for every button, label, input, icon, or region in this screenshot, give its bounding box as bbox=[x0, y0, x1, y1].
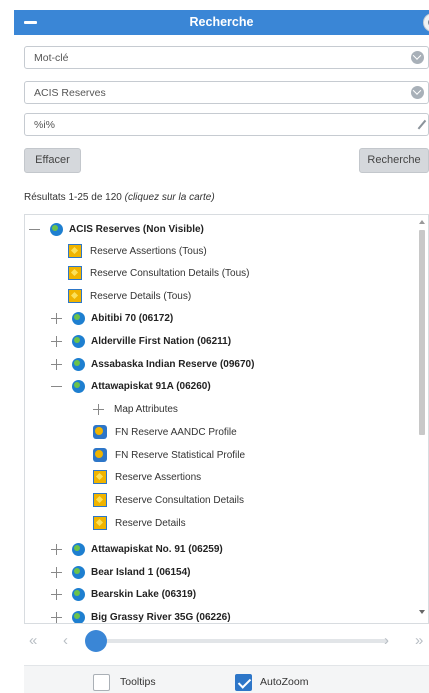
tree-subitem[interactable]: Map Attributes bbox=[93, 399, 178, 419]
reserve-item[interactable]: Assabaska Indian Reserve (09670) bbox=[51, 354, 254, 374]
tree-item-label: Reserve Consultation Details (Tous) bbox=[90, 267, 250, 279]
expand-toggle-icon[interactable] bbox=[51, 543, 62, 555]
tree-subitem[interactable]: Reserve Assertions bbox=[93, 467, 201, 487]
reserve-label: Abitibi 70 (06172) bbox=[91, 312, 174, 324]
reserve-label: Big Grassy River 35G (06226) bbox=[91, 611, 231, 623]
reserve-item[interactable]: Big Grassy River 35G (06226) bbox=[51, 607, 231, 623]
expand-toggle-icon[interactable] bbox=[51, 335, 62, 347]
reserve-label: Attawapiskat No. 91 (06259) bbox=[91, 543, 223, 555]
expand-toggle-icon[interactable] bbox=[51, 566, 62, 578]
expand-toggle-icon[interactable] bbox=[51, 588, 62, 600]
tree-subitem-label: Reserve Assertions bbox=[115, 471, 202, 483]
tree-subitem-label: FN Reserve AANDC Profile bbox=[115, 426, 237, 438]
panel-title: Recherche bbox=[189, 15, 254, 29]
globe-icon bbox=[72, 334, 85, 348]
reserve-item[interactable]: Bear Island 1 (06154) bbox=[51, 562, 191, 582]
tree-subitem[interactable]: FN Reserve AANDC Profile bbox=[93, 422, 237, 442]
scroll-up-icon[interactable] bbox=[419, 220, 425, 224]
results-summary: Résultats 1-25 de 120 (cliquez sur la ca… bbox=[24, 192, 215, 203]
search-type-value: Mot-clé bbox=[34, 52, 69, 64]
clear-button[interactable]: Effacer bbox=[24, 148, 81, 173]
search-panel-header: Recherche bbox=[14, 10, 429, 35]
results-tree: ACIS Reserves (Non Visible) Reserve Asse… bbox=[24, 214, 429, 624]
layer-icon bbox=[93, 470, 107, 484]
reserve-item[interactable]: Alderville First Nation (06211) bbox=[51, 331, 231, 351]
close-icon[interactable] bbox=[423, 13, 429, 32]
globe-icon bbox=[72, 565, 85, 579]
page-slider-track[interactable] bbox=[104, 639, 388, 643]
tree-subitem[interactable]: FN Reserve Statistical Profile bbox=[93, 445, 245, 465]
first-page-button[interactable]: « bbox=[29, 632, 37, 649]
tree-item[interactable]: Reserve Assertions (Tous) bbox=[68, 241, 207, 261]
prev-page-button[interactable]: ‹ bbox=[63, 632, 68, 649]
tree-subitem-label: FN Reserve Statistical Profile bbox=[115, 449, 246, 461]
tree-item-label: Reserve Assertions (Tous) bbox=[90, 245, 207, 257]
globe-icon bbox=[50, 222, 63, 236]
page-slider-thumb[interactable] bbox=[85, 630, 107, 652]
edit-icon bbox=[417, 119, 426, 130]
search-query-input[interactable]: %i% bbox=[24, 113, 429, 136]
tree-item[interactable]: Reserve Consultation Details (Tous) bbox=[68, 263, 250, 283]
tree-root[interactable]: ACIS Reserves (Non Visible) bbox=[29, 219, 204, 239]
reserve-label: Assabaska Indian Reserve (09670) bbox=[91, 358, 255, 370]
next-page-button[interactable]: › bbox=[384, 632, 389, 649]
fn-profile-icon bbox=[93, 448, 107, 462]
reserve-item[interactable]: Attawapiskat No. 91 (06259) bbox=[51, 539, 223, 559]
results-pager: « ‹ › » bbox=[24, 626, 429, 656]
layer-icon bbox=[93, 516, 107, 530]
layer-value: ACIS Reserves bbox=[34, 87, 106, 99]
layer-icon bbox=[68, 289, 82, 303]
globe-icon bbox=[72, 542, 85, 556]
globe-icon bbox=[72, 311, 85, 325]
expand-toggle-icon[interactable] bbox=[93, 403, 104, 415]
tree-subitem[interactable]: Reserve Details bbox=[93, 513, 186, 533]
search-type-select[interactable]: Mot-clé bbox=[24, 46, 429, 69]
scroll-down-icon[interactable] bbox=[419, 610, 425, 614]
collapse-toggle-icon[interactable] bbox=[51, 381, 62, 392]
reserve-label: Alderville First Nation (06211) bbox=[91, 335, 232, 347]
reserve-label: Bear Island 1 (06154) bbox=[91, 566, 191, 578]
layer-icon bbox=[68, 244, 82, 258]
last-page-button[interactable]: » bbox=[415, 632, 423, 649]
layer-icon bbox=[93, 493, 107, 507]
search-button[interactable]: Recherche bbox=[359, 148, 429, 173]
globe-icon bbox=[72, 587, 85, 601]
fn-profile-icon bbox=[93, 425, 107, 439]
layer-icon bbox=[68, 266, 82, 280]
autozoom-checkbox[interactable] bbox=[235, 674, 252, 691]
reserve-label: Bearskin Lake (06319) bbox=[91, 588, 197, 600]
tree-item-label: Reserve Details (Tous) bbox=[90, 290, 192, 302]
expand-toggle-icon[interactable] bbox=[51, 358, 62, 370]
tree-root-label: ACIS Reserves (Non Visible) bbox=[69, 223, 204, 235]
reserve-label: Attawapiskat 91A (06260) bbox=[91, 380, 211, 392]
tree-scrollbar[interactable] bbox=[418, 215, 426, 623]
tree-subitem-label: Reserve Details bbox=[115, 517, 186, 529]
globe-icon bbox=[72, 357, 85, 371]
chevron-down-icon[interactable] bbox=[411, 51, 424, 64]
autozoom-label: AutoZoom bbox=[260, 676, 309, 688]
collapse-toggle-icon[interactable] bbox=[29, 224, 40, 235]
search-query-value: %i% bbox=[34, 119, 56, 131]
options-footer: Tooltips AutoZoom bbox=[24, 665, 429, 693]
globe-icon bbox=[72, 379, 85, 393]
expand-toggle-icon[interactable] bbox=[51, 312, 62, 324]
chevron-down-icon[interactable] bbox=[411, 86, 424, 99]
reserve-item[interactable]: Abitibi 70 (06172) bbox=[51, 308, 173, 328]
tree-subitem-label: Map Attributes bbox=[114, 403, 178, 415]
globe-icon bbox=[72, 610, 85, 623]
tree-subitem-label: Reserve Consultation Details bbox=[115, 494, 244, 506]
tree-item[interactable]: Reserve Details (Tous) bbox=[68, 286, 191, 306]
tree-subitem[interactable]: Reserve Consultation Details bbox=[93, 490, 244, 510]
tooltips-label: Tooltips bbox=[120, 676, 156, 688]
reserve-item[interactable]: Bearskin Lake (06319) bbox=[51, 584, 196, 604]
results-count: Résultats 1-25 de 120 bbox=[24, 192, 125, 203]
layer-select[interactable]: ACIS Reserves bbox=[24, 81, 429, 104]
tooltips-checkbox[interactable] bbox=[93, 674, 110, 691]
scroll-thumb[interactable] bbox=[419, 230, 425, 435]
expand-toggle-icon[interactable] bbox=[51, 611, 62, 623]
reserve-item[interactable]: Attawapiskat 91A (06260) bbox=[51, 376, 211, 396]
results-hint: (cliquez sur la carte) bbox=[124, 192, 215, 203]
